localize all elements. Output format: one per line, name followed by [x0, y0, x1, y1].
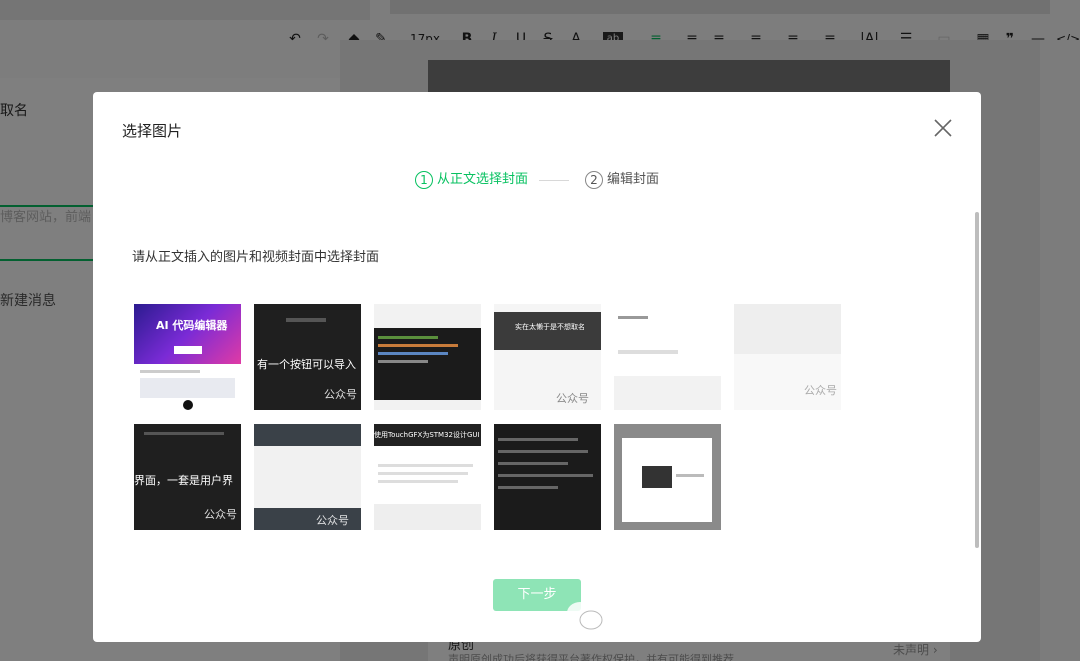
image-thumbnail[interactable]: 界面，一套是用户界 公众号 [134, 424, 241, 530]
play-icon [183, 400, 193, 410]
thumb-graphic [140, 370, 200, 373]
thumb-graphic [642, 466, 672, 488]
instruction-text: 请从正文插入的图片和视频封面中选择封面 [132, 250, 380, 265]
dialog-title: 选择图片 [122, 122, 183, 140]
thumb-graphic [676, 474, 704, 477]
image-thumbnail[interactable] [614, 304, 721, 410]
thumb-graphic [378, 480, 458, 483]
thumb-graphic [498, 474, 593, 477]
watermark: 公众号 · 实在太懒于是不想取名 [565, 600, 962, 636]
image-thumbnail[interactable]: 公众号 [734, 304, 841, 410]
step-number: 1 [415, 171, 433, 189]
close-icon[interactable] [931, 116, 955, 140]
thumb-graphic [140, 378, 235, 398]
thumb-graphic [378, 344, 458, 347]
thumb-graphic [374, 400, 481, 410]
thumbnail-title: 实在太懒于是不想取名 [515, 323, 585, 331]
thumb-watermark: 公众号 [316, 514, 349, 527]
image-thumbnail[interactable]: AI 代码编辑器 [134, 304, 241, 410]
thumb-graphic [618, 350, 678, 354]
wechat-icon [565, 600, 605, 642]
image-thumbnail[interactable] [494, 424, 601, 530]
dialog-scrollbar[interactable] [975, 212, 979, 548]
image-thumbnail[interactable]: 实在太懒于是不想取名 公众号 [494, 304, 601, 410]
thumb-watermark: 公众号 [324, 388, 357, 401]
image-thumbnail[interactable]: 使用TouchGFX为STM32设计GUI [374, 424, 481, 530]
thumb-watermark: 公众号 [204, 508, 237, 521]
thumb-graphic [374, 504, 481, 530]
image-thumbnail[interactable] [614, 424, 721, 530]
thumb-graphic [374, 304, 481, 328]
thumb-graphic [378, 352, 448, 355]
thumb-watermark: 公众号 [804, 384, 837, 397]
watermark-text: 公众号 · 实在太懒于是不想取名 [613, 605, 962, 634]
image-thumbnail[interactable]: 有一个按钮可以导入 公众号 [254, 304, 361, 410]
thumbnail-title: 使用TouchGFX为STM32设计GUI [374, 431, 480, 439]
thumb-graphic [144, 432, 224, 435]
image-thumbnail[interactable] [374, 304, 481, 410]
image-grid: AI 代码编辑器 有一个按钮可以导入 公众号 实在太懒于是不想取名 公众号 公众… [134, 304, 844, 534]
thumb-graphic [286, 318, 326, 322]
step-label: 编辑封面 [607, 172, 660, 187]
step-connector [539, 180, 569, 181]
thumb-graphic [614, 376, 721, 410]
thumb-graphic [498, 450, 588, 453]
select-image-dialog: 选择图片 1 从正文选择封面 2 编辑封面 请从正文插入的图片和视频封面中选择封面 … [93, 92, 981, 642]
thumbnail-title: 界面，一套是用户界 [134, 474, 233, 487]
thumb-graphic [134, 304, 241, 364]
thumb-graphic [498, 438, 578, 441]
thumb-graphic [378, 336, 438, 339]
step-2: 2 编辑封面 [585, 170, 659, 192]
thumbnail-title: AI 代码编辑器 [156, 319, 228, 332]
thumb-graphic [498, 462, 568, 465]
step-number: 2 [585, 171, 603, 189]
thumb-graphic [378, 464, 473, 467]
step-label: 从正文选择封面 [437, 172, 529, 187]
thumb-graphic [254, 424, 361, 446]
thumbnail-title: 有一个按钮可以导入 [257, 358, 356, 371]
thumb-graphic [618, 316, 648, 319]
thumb-graphic [378, 472, 468, 475]
thumb-watermark: 公众号 [556, 392, 589, 405]
step-1: 1 从正文选择封面 [415, 170, 528, 192]
image-thumbnail[interactable]: 公众号 [254, 424, 361, 530]
thumb-graphic [378, 360, 428, 363]
thumb-graphic [498, 486, 558, 489]
thumb-graphic [174, 346, 202, 354]
